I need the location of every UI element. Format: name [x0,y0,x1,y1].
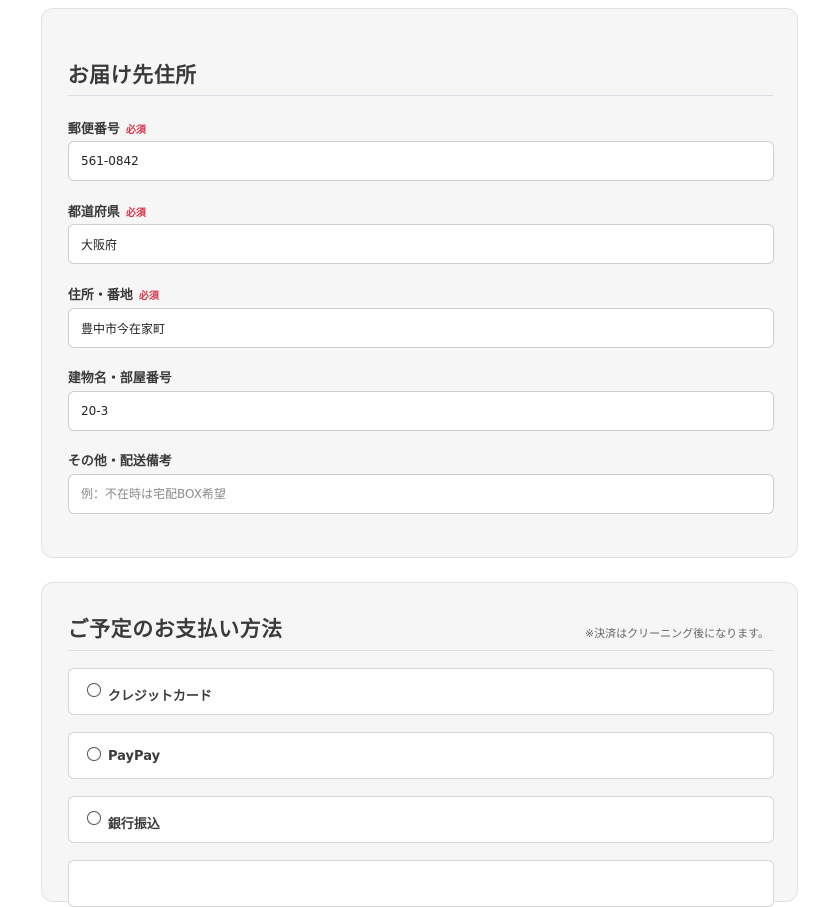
payment-option-partial[interactable] [68,860,774,907]
postal-code-label-text: 郵便番号 [68,122,121,137]
prefecture-label-text: 都道府県 [68,205,121,220]
required-badge: 必須 [126,208,147,219]
delivery-notes-input[interactable] [68,474,774,514]
payment-card: ご予定のお支払い方法 ※決済はクリーニング後になります。 クレジットカード Pa… [41,582,798,907]
required-badge: 必須 [139,291,160,302]
address-section-title: お届け先住所 [68,63,197,87]
street-address-input[interactable] [68,308,774,348]
payment-option-credit-card[interactable]: クレジットカード [68,668,774,715]
payment-option-label: クレジットカード [108,689,213,704]
address-card: お届け先住所 郵便番号必須 都道府県必須 住所・番地必須 建物名・部屋番号 その… [41,8,798,558]
building-label: 建物名・部屋番号 [68,367,172,386]
postal-code-input[interactable] [68,141,774,181]
payment-title-divider [68,650,773,651]
street-address-label-text: 住所・番地 [68,288,134,303]
building-input[interactable] [68,391,774,431]
payment-option-paypay[interactable]: PayPay [68,732,774,779]
radio-button-icon[interactable] [87,747,101,761]
delivery-notes-label: その他・配送備考 [68,450,172,469]
building-label-text: 建物名・部屋番号 [68,371,173,386]
payment-option-bank-transfer[interactable]: 銀行振込 [68,796,774,843]
payment-section-title: ご予定のお支払い方法 [68,617,283,641]
prefecture-label: 都道府県 必須 [68,201,146,220]
payment-note: ※決済はクリーニング後になります。 [584,627,769,640]
radio-button-icon[interactable] [87,683,101,697]
prefecture-input[interactable] [68,224,774,264]
required-badge: 必須 [126,125,147,136]
payment-option-label: 銀行振込 [108,817,161,832]
postal-code-label: 郵便番号 必須 [68,118,146,137]
street-address-label: 住所・番地 必須 [68,284,159,303]
payment-option-label: PayPay [108,749,161,764]
delivery-notes-label-text: その他・配送備考 [68,454,173,469]
radio-button-icon[interactable] [87,811,101,825]
address-title-divider [68,95,773,96]
